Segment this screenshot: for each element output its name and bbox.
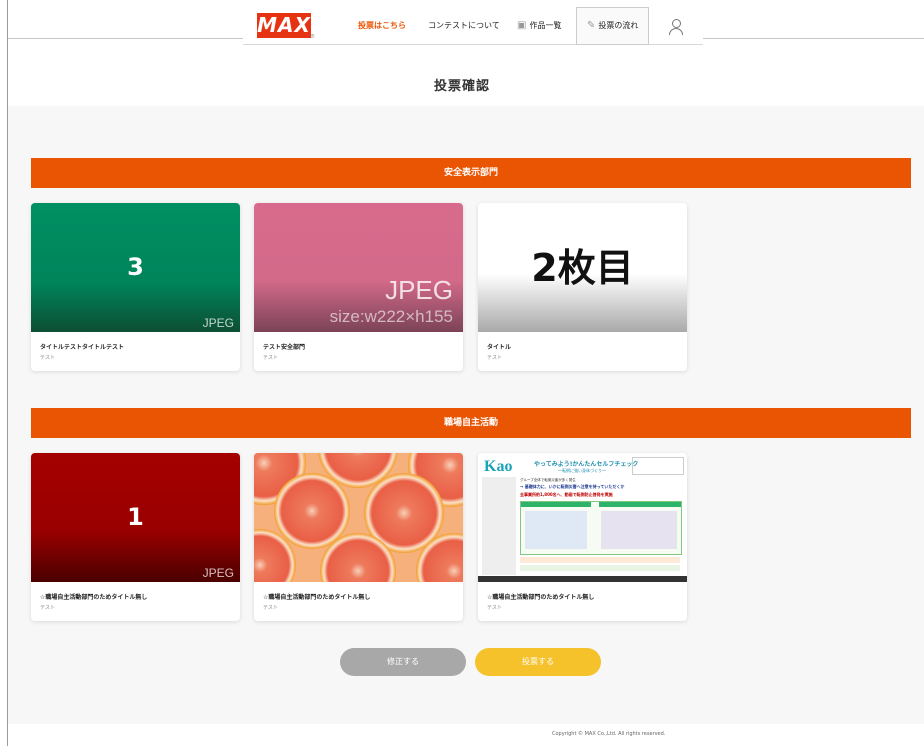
poster-schedule-bar <box>520 557 680 563</box>
nav-vote-here[interactable]: 投票はこちら <box>358 8 406 44</box>
work-thumbnail: 3 JPEG <box>31 203 240 332</box>
poster-panel-header-right <box>599 502 681 507</box>
work-card[interactable]: 2枚目 タイトル テスト <box>478 203 687 371</box>
poster-subhead: ～転倒に強い身体づくり～ <box>558 468 606 473</box>
work-card[interactable]: ☆職場自主活動部門のためタイトル無し テスト <box>254 453 463 621</box>
poster-line-1: グループ全体で転倒災害が多く発生 <box>520 478 576 482</box>
max-logo[interactable]: MAX <box>257 13 311 38</box>
poster-line-2: → 基礎体力に、いかに転倒災害へ注意を持っていただくか <box>520 484 625 489</box>
nav-vote-flow-label: 投票の流れ <box>598 21 639 30</box>
user-icon-head <box>672 19 681 28</box>
work-card[interactable]: 1 JPEG ☆職場自主活動部門のためタイトル無し テスト <box>31 453 240 621</box>
poster-image-panel <box>520 501 682 555</box>
logo-registered-mark: ® <box>310 34 315 40</box>
card-subtitle: テスト <box>487 355 503 361</box>
poster-bottom-band <box>478 576 687 582</box>
section-header-safety-display: 安全表示部門 <box>31 158 911 188</box>
nav-about-contest[interactable]: コンテストについて <box>428 8 500 44</box>
page-title: 投票確認 <box>433 79 490 94</box>
edit-note-icon: ✎ <box>587 20 596 31</box>
card-subtitle: テスト <box>40 605 56 611</box>
card-subtitle: テスト <box>40 355 56 361</box>
card-title: ☆職場自主活動部門のためタイトル無し <box>263 594 371 601</box>
work-thumbnail: JPEG size:w222×h155 <box>254 203 463 332</box>
poster-sidebar <box>482 477 516 575</box>
card-title: ☆職場自主活動部門のためタイトル無し <box>487 594 595 601</box>
work-thumbnail: 1 JPEG <box>31 453 240 582</box>
nav-works-list[interactable]: ▣ 作品一覧 <box>517 8 561 44</box>
vote-button[interactable]: 投票する <box>475 648 601 676</box>
work-card[interactable]: JPEG size:w222×h155 テスト安全部門 テスト <box>254 203 463 371</box>
thumbnail-size-label: size:w222×h155 <box>329 307 453 326</box>
work-card[interactable]: 3 JPEG タイトルテストタイトルテスト テスト <box>31 203 240 371</box>
work-thumbnail-grapefruit <box>254 453 463 582</box>
poster-panel-photo-right <box>601 511 677 549</box>
card-title: タイトルテストタイトルテスト <box>40 344 125 351</box>
card-title: ☆職場自主活動部門のためタイトル無し <box>40 594 148 601</box>
edit-button[interactable]: 修正する <box>340 648 466 676</box>
card-subtitle: テスト <box>263 605 279 611</box>
user-icon[interactable] <box>669 19 683 35</box>
work-thumbnail: 2枚目 <box>478 203 687 332</box>
copyright-text: Copyright © MAX Co.,Ltd. All rights rese… <box>552 731 666 737</box>
card-subtitle: テスト <box>487 605 503 611</box>
card-title: テスト安全部門 <box>263 344 306 351</box>
thumbnail-number: 1 <box>127 503 144 531</box>
poster-headline: やってみよう!かんたんセルフチェック <box>534 461 639 468</box>
kao-logo: Kao <box>484 458 513 475</box>
user-icon-body <box>669 28 683 35</box>
grapefruit-photo <box>254 453 463 582</box>
thumbnail-text: 2枚目 <box>531 246 634 290</box>
gallery-icon: ▣ <box>517 20 527 31</box>
poster-line-3: 全事業所約1,800名へ、動画で転倒防止啓発を実施 <box>520 492 613 497</box>
card-title: タイトル <box>487 344 512 351</box>
card-subtitle: テスト <box>263 355 279 361</box>
poster-panel-photo-left <box>525 511 587 549</box>
thumbnail-number: 3 <box>127 253 144 281</box>
nav-works-list-label: 作品一覧 <box>529 21 562 30</box>
thumbnail-format-label: JPEG <box>202 316 234 330</box>
poster-info-box <box>632 457 684 475</box>
thumbnail-format-label: JPEG <box>385 275 453 305</box>
work-thumbnail-poster: Kao やってみよう!かんたんセルフチェック ～転倒に強い身体づくり～ グループ… <box>478 453 687 582</box>
poster-panel-header-left <box>521 502 591 507</box>
nav-vote-flow[interactable]: ✎ 投票の流れ <box>576 7 650 45</box>
poster-note-bar <box>520 565 680 571</box>
section-header-workplace-activity: 職場自主活動 <box>31 408 911 438</box>
thumbnail-format-label: JPEG <box>202 566 234 580</box>
site-header: MAX ® 投票はこちら コンテストについて ▣ 作品一覧 ✎ 投票の流れ <box>243 7 703 45</box>
work-card[interactable]: Kao やってみよう!かんたんセルフチェック ～転倒に強い身体づくり～ グループ… <box>478 453 687 621</box>
